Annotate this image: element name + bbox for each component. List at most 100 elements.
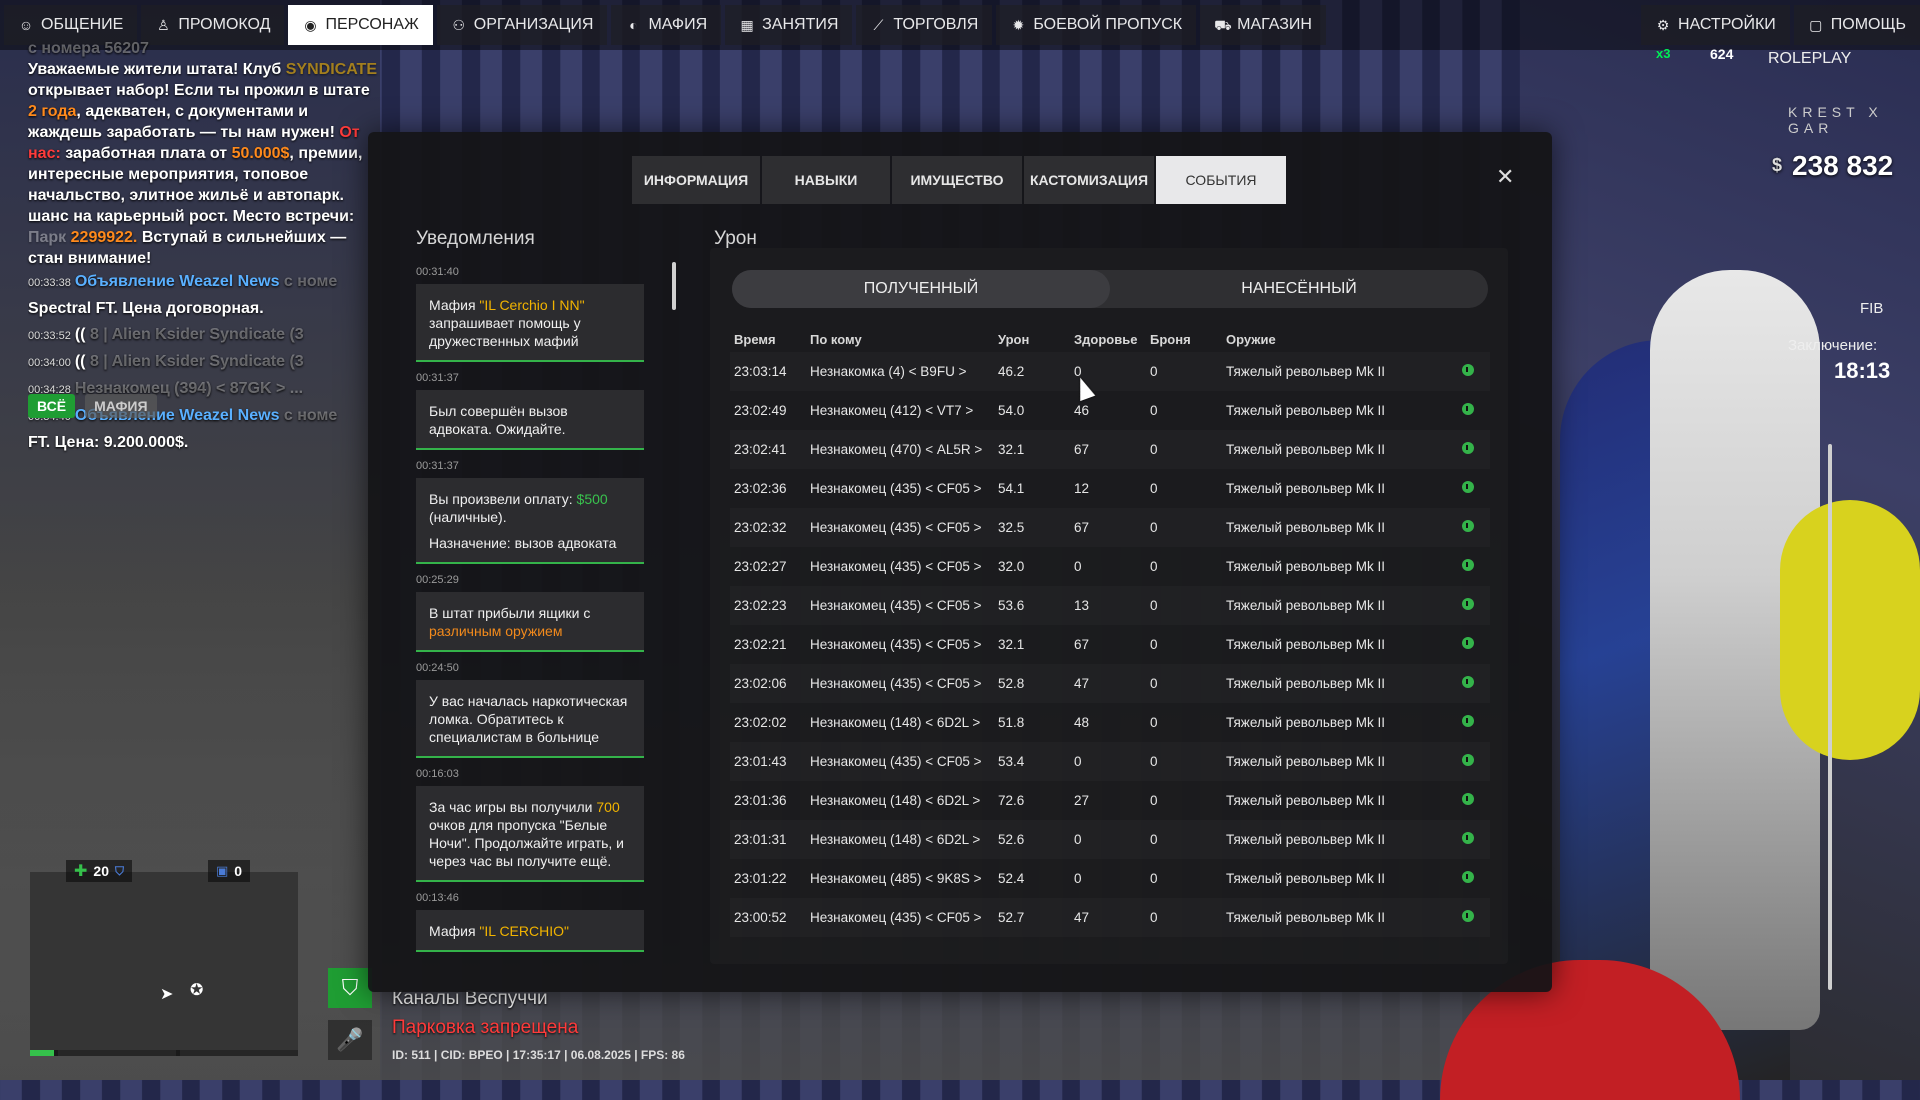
- info-icon[interactable]: [1462, 910, 1474, 922]
- star-icon: ✹: [1012, 17, 1025, 33]
- currency-icon: $: [1772, 155, 1783, 175]
- cell-time: 23:02:21: [734, 637, 787, 652]
- info-icon[interactable]: [1462, 832, 1474, 844]
- cell-armor: 0: [1150, 898, 1226, 937]
- notification-text: В штат прибыли ящики с различным оружием: [429, 604, 632, 640]
- cell-health: 12: [1074, 481, 1090, 496]
- info-icon[interactable]: [1462, 598, 1474, 610]
- cell-info: [1462, 547, 1490, 586]
- chat-text: ((: [74, 353, 86, 370]
- nav-tab-label: ОБЩЕНИЕ: [41, 16, 124, 33]
- close-icon[interactable]: ✕: [1496, 164, 1514, 190]
- info-icon[interactable]: [1462, 481, 1474, 493]
- gear-icon: ⚙: [1656, 17, 1670, 33]
- cell-armor: 0: [1150, 742, 1226, 781]
- dealt-damage-button[interactable]: НАНЕСЁННЫЙ: [1110, 270, 1488, 308]
- cell-time: 23:01:31: [730, 820, 810, 859]
- info-icon[interactable]: [1462, 559, 1474, 571]
- notification-text-part: очков для пропуска "Белые Ночи". Продолж…: [429, 817, 624, 869]
- table-row: 23:01:36 Незнакомец (148) < 6D2L > 72.6 27 0…: [730, 781, 1490, 820]
- cell-weapon: Тяжелый револьвер Mk II: [1226, 586, 1462, 625]
- microphone-icon[interactable]: 🎤: [328, 1020, 372, 1060]
- jail-timer: 18:13: [1834, 358, 1891, 383]
- column-info: [1462, 326, 1490, 352]
- notification-text: Вы произвели оплату: $500 (наличные).: [429, 490, 632, 526]
- cart-icon: ⛟: [1214, 17, 1232, 33]
- notifications-scrollbar[interactable]: [672, 262, 676, 310]
- info-icon[interactable]: [1462, 637, 1474, 649]
- info-icon[interactable]: [1462, 442, 1474, 454]
- cell-attacker: Незнакомец (435) < CF05 >: [810, 559, 982, 574]
- cell-time: 23:03:14: [730, 352, 810, 391]
- table-row: 23:02:32 Незнакомец (435) < CF05 >32.5 67 0…: [730, 508, 1490, 547]
- chat-tab-all[interactable]: ВСЁ: [28, 394, 76, 418]
- column-weapon: Оружие: [1226, 331, 1276, 347]
- health-stat: ✚ 20 ⛉: [66, 860, 132, 882]
- nav-tab-gear[interactable]: ⚙ НАСТРОЙКИ: [1641, 5, 1790, 45]
- cell-weapon: Тяжелый револьвер Mk II: [1226, 430, 1462, 469]
- notification-text-part: "IL Cerchio I NN": [479, 297, 585, 313]
- cell-attacker: Незнакомец (435) < CF05 >: [810, 664, 998, 703]
- nav-tab-label: ПРОМОКОД: [178, 16, 271, 33]
- notification-card: Мафия "IL CERCHIO": [416, 910, 644, 952]
- nav-tab-label: МАГАЗИН: [1237, 16, 1312, 33]
- chat-tab-mafia[interactable]: МАФИЯ: [85, 394, 157, 418]
- info-icon[interactable]: [1462, 676, 1474, 688]
- nav-tab-label: МАФИЯ: [648, 16, 708, 33]
- health-value: 20: [93, 863, 109, 879]
- notification-time: 00:31:37: [416, 460, 459, 472]
- notification-text-part: 700: [596, 799, 620, 815]
- cell-attacker: Незнакомец (435) < CF05 >: [810, 637, 982, 652]
- nav-tab-cart[interactable]: ⛟ МАГАЗИН: [1200, 5, 1326, 45]
- table-row: 23:01:31 Незнакомец (148) < 6D2L >52.6 0 0 Т…: [730, 820, 1490, 859]
- notification-card: За час игры вы получили 700 очков для пр…: [416, 786, 644, 882]
- cell-armor: 0: [1150, 403, 1158, 418]
- cell-attacker: Незнакомец (435) < CF05 >: [810, 742, 998, 781]
- notification-text-part: Был совершён вызов адвоката. Ожидайте.: [429, 403, 568, 437]
- cell-armor: 0: [1150, 586, 1226, 625]
- cell-damage: 32.1: [998, 637, 1025, 652]
- nav-tab-mask[interactable]: ◐ МАФИЯ: [611, 5, 722, 45]
- tab-events[interactable]: СОБЫТИЯ: [1156, 156, 1286, 204]
- info-icon[interactable]: [1462, 520, 1474, 532]
- chat-faded-text: 8 | Alien Ksider Syndicate (3: [89, 326, 304, 343]
- cell-attacker: Незнакомец (435) < CF05 >: [810, 586, 998, 625]
- faction-label: FIB: [1860, 300, 1884, 317]
- nav-tab-star[interactable]: ✹ БОЕВОЙ ПРОПУСК: [996, 5, 1197, 45]
- tab-skills[interactable]: НАВЫКИ: [762, 156, 890, 204]
- damage-table-scrollbar[interactable]: [1828, 444, 1832, 990]
- notification-card: Мафия "IL Cerchio I NN" запрашивает помо…: [416, 284, 644, 362]
- cell-time: 23:01:22: [734, 871, 787, 886]
- info-icon[interactable]: [1462, 754, 1474, 766]
- character-tabs: ИНФОРМАЦИЯ НАВЫКИ ИМУЩЕСТВО КАСТОМИЗАЦИЯ СОБ…: [632, 156, 1288, 204]
- info-icon[interactable]: [1462, 403, 1474, 415]
- info-icon[interactable]: [1462, 871, 1474, 883]
- info-icon[interactable]: [1462, 364, 1474, 376]
- server-name: KREST X GAR: [1788, 104, 1883, 136]
- nav-tab-group[interactable]: ⚇ ОРГАНИЗАЦИЯ: [436, 5, 608, 45]
- nav-tab-chart[interactable]: ⟋ ТОРГОВЛЯ: [856, 5, 993, 45]
- cell-info: [1462, 664, 1490, 703]
- cell-damage: 51.8: [998, 715, 1025, 730]
- nav-tab-help[interactable]: ▢ ПОМОЩЬ: [1793, 5, 1920, 45]
- armor-icon: ▣: [216, 863, 229, 878]
- notifications-list[interactable]: 00:31:40 Мафия "IL Cerchio I NN" запрашив…: [416, 262, 676, 958]
- minimap[interactable]: ✚ 20 ⛉ ▣ 0 ➤ ✪: [30, 860, 298, 1052]
- notification-text-part: различным оружием: [429, 623, 563, 639]
- cell-attacker: Незнакомка (4) < B9FU >: [810, 352, 998, 391]
- info-icon[interactable]: [1462, 793, 1474, 805]
- table-row: 23:02:27 Незнакомец (435) < CF05 > 32.0 0 0 Т…: [730, 547, 1490, 586]
- tab-property[interactable]: ИМУЩЕСТВО: [892, 156, 1022, 204]
- notification-time: 00:31:37: [416, 372, 459, 384]
- notification-text: У вас началась наркотическая ломка. Обра…: [429, 692, 632, 746]
- nav-tab-calendar[interactable]: ▦ ЗАНЯТИЯ: [725, 5, 853, 45]
- tab-info[interactable]: ИНФОРМАЦИЯ: [632, 156, 760, 204]
- cell-health: 0: [1074, 820, 1150, 859]
- info-icon[interactable]: [1462, 715, 1474, 727]
- tab-customization[interactable]: КАСТОМИЗАЦИЯ: [1024, 156, 1154, 204]
- cell-info: [1462, 508, 1490, 547]
- cell-attacker: Незнакомец (470) < AL5R >: [810, 430, 998, 469]
- received-damage-button[interactable]: ПОЛУЧЕННЫЙ: [732, 270, 1110, 308]
- cell-damage: 46.2: [998, 352, 1074, 391]
- column-armor: Броня: [1150, 331, 1191, 347]
